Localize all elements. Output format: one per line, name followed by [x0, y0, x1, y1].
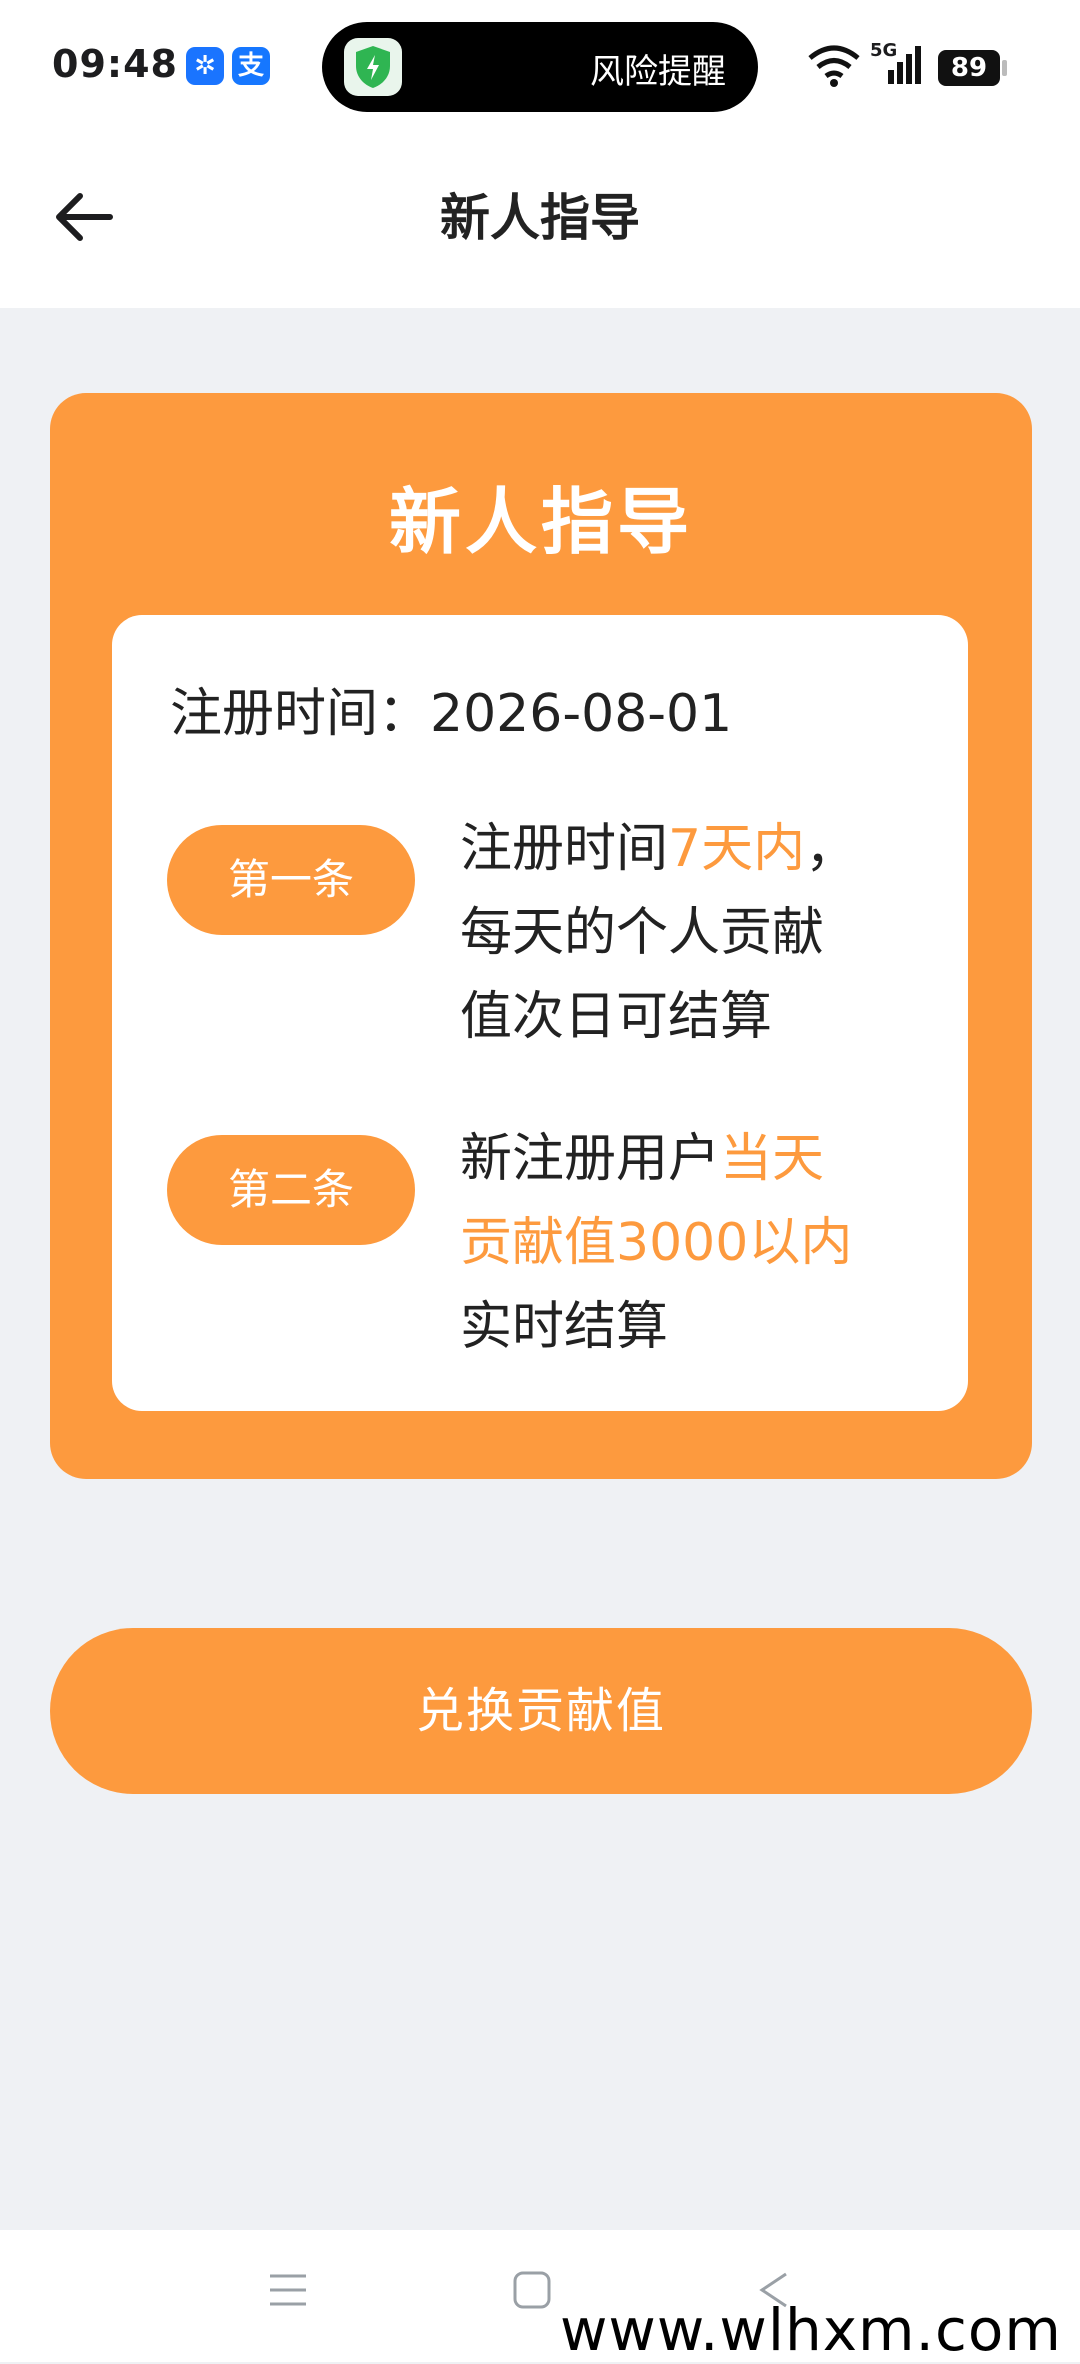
rule-1-comma: ， [805, 819, 858, 879]
status-time: 09:48 [52, 42, 178, 86]
exchange-contribution-button[interactable]: 兑换贡献值 [50, 1628, 1032, 1794]
menu-icon[interactable] [266, 2268, 310, 2312]
card-title: 新人指导 [388, 480, 693, 564]
risk-alert-pill[interactable]: 风险提醒 [322, 22, 758, 112]
pinwheel-app-icon: ✲ [186, 47, 224, 85]
register-date: 2026-08-01 [430, 684, 733, 744]
rule-1-text: 注册时间7天内， 每天的个人贡献 值次日可结算 [460, 807, 940, 1059]
guide-card: 新人指导 注册时间：2026-08-01 第一条 注册时间7天内， 每天的个人贡… [50, 393, 1032, 1479]
rule-1-line3: 值次日可结算 [460, 987, 773, 1047]
battery-indicator: 89 [938, 50, 1000, 86]
wifi-icon [808, 45, 860, 87]
rule-2-badge: 第二条 [167, 1135, 415, 1245]
register-label: 注册时间： [170, 684, 431, 744]
register-time: 注册时间：2026-08-01 [170, 671, 732, 746]
rule-2-text: 新注册用户当天 贡献值3000以内 实时结算 [460, 1117, 940, 1369]
cellular-signal-icon [888, 46, 921, 84]
rule-2-line1: 新注册用户 [460, 1129, 721, 1189]
rule-2-highlight-1: 当天 [720, 1129, 825, 1189]
rule-1-line1: 注册时间 [460, 819, 669, 879]
guide-content-panel: 注册时间：2026-08-01 第一条 注册时间7天内， 每天的个人贡献 值次日… [112, 615, 968, 1411]
alipay-icon: 支 [232, 47, 270, 85]
page-title: 新人指导 [440, 189, 640, 247]
security-shield-icon [344, 38, 402, 96]
home-icon[interactable] [510, 2268, 554, 2312]
rule-1-line2: 每天的个人贡献 [460, 903, 825, 963]
rule-2-highlight-2: 贡献值3000以内 [460, 1213, 853, 1273]
risk-alert-text: 风险提醒 [590, 52, 726, 92]
watermark: www.wlhxm.com [560, 2296, 1062, 2364]
rule-1-highlight: 7天内 [668, 819, 806, 879]
rule-1-badge: 第一条 [167, 825, 415, 935]
battery-tip [1002, 60, 1007, 76]
rule-2-line3: 实时结算 [460, 1297, 669, 1357]
status-bar: 09:48 ✲ 支 风险提醒 5G 89 [0, 0, 1080, 130]
